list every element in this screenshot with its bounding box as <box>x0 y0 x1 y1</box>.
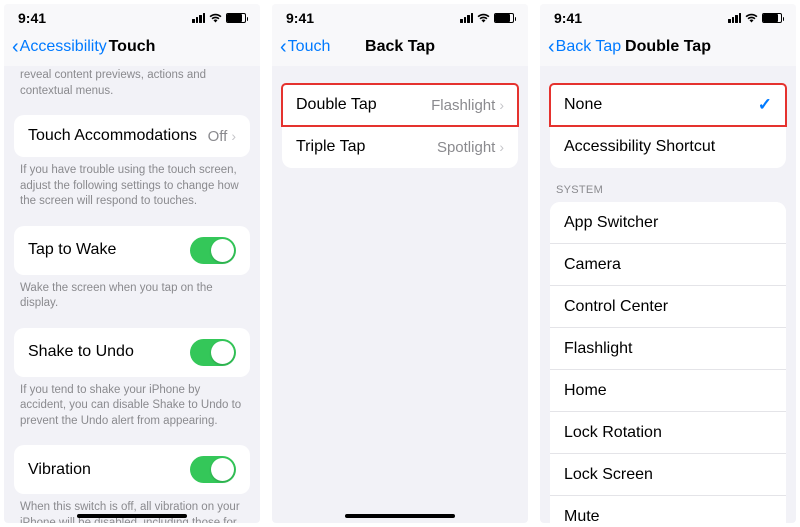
nav-bar: ‹ Back Tap Double Tap <box>540 28 796 66</box>
footer-text: If you tend to shake your iPhone by acci… <box>4 377 260 430</box>
battery-icon <box>494 13 514 23</box>
cell-label: Double Tap <box>296 96 377 114</box>
wifi-icon <box>208 11 223 26</box>
cell-label: Lock Rotation <box>564 424 662 442</box>
phone-double-tap: 9:41 ‹ Back Tap Double Tap None ✓ <box>540 4 796 523</box>
content[interactable]: None ✓ Accessibility Shortcut System App… <box>540 66 796 523</box>
cell-label: Flashlight <box>564 340 632 358</box>
chevron-right-icon: › <box>499 97 504 113</box>
triple-tap-cell[interactable]: Triple Tap Spotlight› <box>282 126 518 168</box>
double-tap-cell[interactable]: Double Tap Flashlight› <box>282 84 518 126</box>
home-indicator[interactable] <box>345 514 455 519</box>
status-bar: 9:41 <box>540 4 796 28</box>
back-button[interactable]: ‹ Accessibility <box>12 37 107 57</box>
cell-label: Control Center <box>564 298 668 316</box>
status-icons <box>728 11 782 26</box>
footer-text: If you have trouble using the touch scre… <box>4 157 260 210</box>
none-cell[interactable]: None ✓ <box>550 84 786 126</box>
chevron-left-icon: ‹ <box>548 37 555 57</box>
wifi-icon <box>476 11 491 26</box>
system-item-cell[interactable]: Home <box>550 370 786 412</box>
system-item-cell[interactable]: Mute <box>550 496 786 523</box>
chevron-left-icon: ‹ <box>280 37 287 57</box>
chevron-right-icon: › <box>231 128 236 144</box>
battery-icon <box>226 13 246 23</box>
home-indicator[interactable] <box>77 514 187 519</box>
system-list: App Switcher Camera Control Center Flashlig… <box>550 202 786 523</box>
signal-icon <box>192 13 205 23</box>
vibration-toggle[interactable] <box>190 456 236 483</box>
system-item-cell[interactable]: Lock Rotation <box>550 412 786 454</box>
system-item-cell[interactable]: Flashlight <box>550 328 786 370</box>
back-label: Accessibility <box>20 38 107 56</box>
nav-bar: ‹ Accessibility Touch <box>4 28 260 66</box>
shake-to-undo-toggle[interactable] <box>190 339 236 366</box>
cell-value: Spotlight› <box>437 139 504 156</box>
double-tap-highlight: Double Tap Flashlight› <box>282 84 518 126</box>
cell-label: Lock Screen <box>564 466 653 484</box>
system-item-cell[interactable]: Lock Screen <box>550 454 786 496</box>
back-button[interactable]: ‹ Back Tap <box>548 37 621 57</box>
status-icons <box>460 11 514 26</box>
content[interactable]: reveal content previews, actions and con… <box>4 66 260 523</box>
back-button[interactable]: ‹ Touch <box>280 37 330 57</box>
none-highlight: None ✓ <box>550 84 786 126</box>
nav-bar: ‹ Touch Back Tap <box>272 28 528 66</box>
cell-label: Accessibility Shortcut <box>564 138 715 156</box>
back-label: Touch <box>288 38 331 56</box>
checkmark-icon: ✓ <box>758 95 772 115</box>
touch-accommodations-cell[interactable]: Touch Accommodations Off› <box>14 115 250 157</box>
chevron-left-icon: ‹ <box>12 37 19 57</box>
chevron-right-icon: › <box>499 139 504 155</box>
battery-icon <box>762 13 782 23</box>
accessibility-shortcut-cell[interactable]: Accessibility Shortcut <box>550 126 786 168</box>
back-label: Back Tap <box>556 38 622 56</box>
cell-label: Shake to Undo <box>28 343 134 361</box>
vibration-cell[interactable]: Vibration <box>14 445 250 494</box>
cell-label: Touch Accommodations <box>28 127 197 145</box>
tap-to-wake-cell[interactable]: Tap to Wake <box>14 226 250 275</box>
cell-label: App Switcher <box>564 214 658 232</box>
wifi-icon <box>744 11 759 26</box>
system-item-cell[interactable]: Control Center <box>550 286 786 328</box>
nav-title: Double Tap <box>625 38 711 56</box>
status-time: 9:41 <box>286 10 314 26</box>
system-item-cell[interactable]: Camera <box>550 244 786 286</box>
content[interactable]: Double Tap Flashlight› Triple Tap Spotli… <box>272 66 528 523</box>
cell-label: Home <box>564 382 607 400</box>
cell-label: Triple Tap <box>296 138 365 156</box>
status-time: 9:41 <box>554 10 582 26</box>
status-bar: 9:41 <box>272 4 528 28</box>
cell-label: Vibration <box>28 461 91 479</box>
phone-touch-settings: 9:41 ‹ Accessibility Touch reveal conten… <box>4 4 260 523</box>
status-time: 9:41 <box>18 10 46 26</box>
status-icons <box>192 11 246 26</box>
system-item-cell[interactable]: App Switcher <box>550 202 786 244</box>
nav-title: Touch <box>109 38 156 56</box>
tap-to-wake-toggle[interactable] <box>190 237 236 264</box>
partial-footer: reveal content previews, actions and con… <box>4 66 260 99</box>
phone-back-tap: 9:41 ‹ Touch Back Tap Double Tap Flashli… <box>272 4 528 523</box>
signal-icon <box>460 13 473 23</box>
cell-label: None <box>564 96 602 114</box>
footer-text: When this switch is off, all vibration o… <box>4 494 260 523</box>
nav-title: Back Tap <box>365 38 435 56</box>
cell-label: Camera <box>564 256 621 274</box>
cell-label: Mute <box>564 508 600 524</box>
signal-icon <box>728 13 741 23</box>
cell-label: Tap to Wake <box>28 241 116 259</box>
footer-text: Wake the screen when you tap on the disp… <box>4 275 260 312</box>
cell-value: Flashlight› <box>431 97 504 114</box>
cell-value: Off› <box>208 128 236 145</box>
shake-to-undo-cell[interactable]: Shake to Undo <box>14 328 250 377</box>
status-bar: 9:41 <box>4 4 260 28</box>
system-header: System <box>540 184 796 202</box>
